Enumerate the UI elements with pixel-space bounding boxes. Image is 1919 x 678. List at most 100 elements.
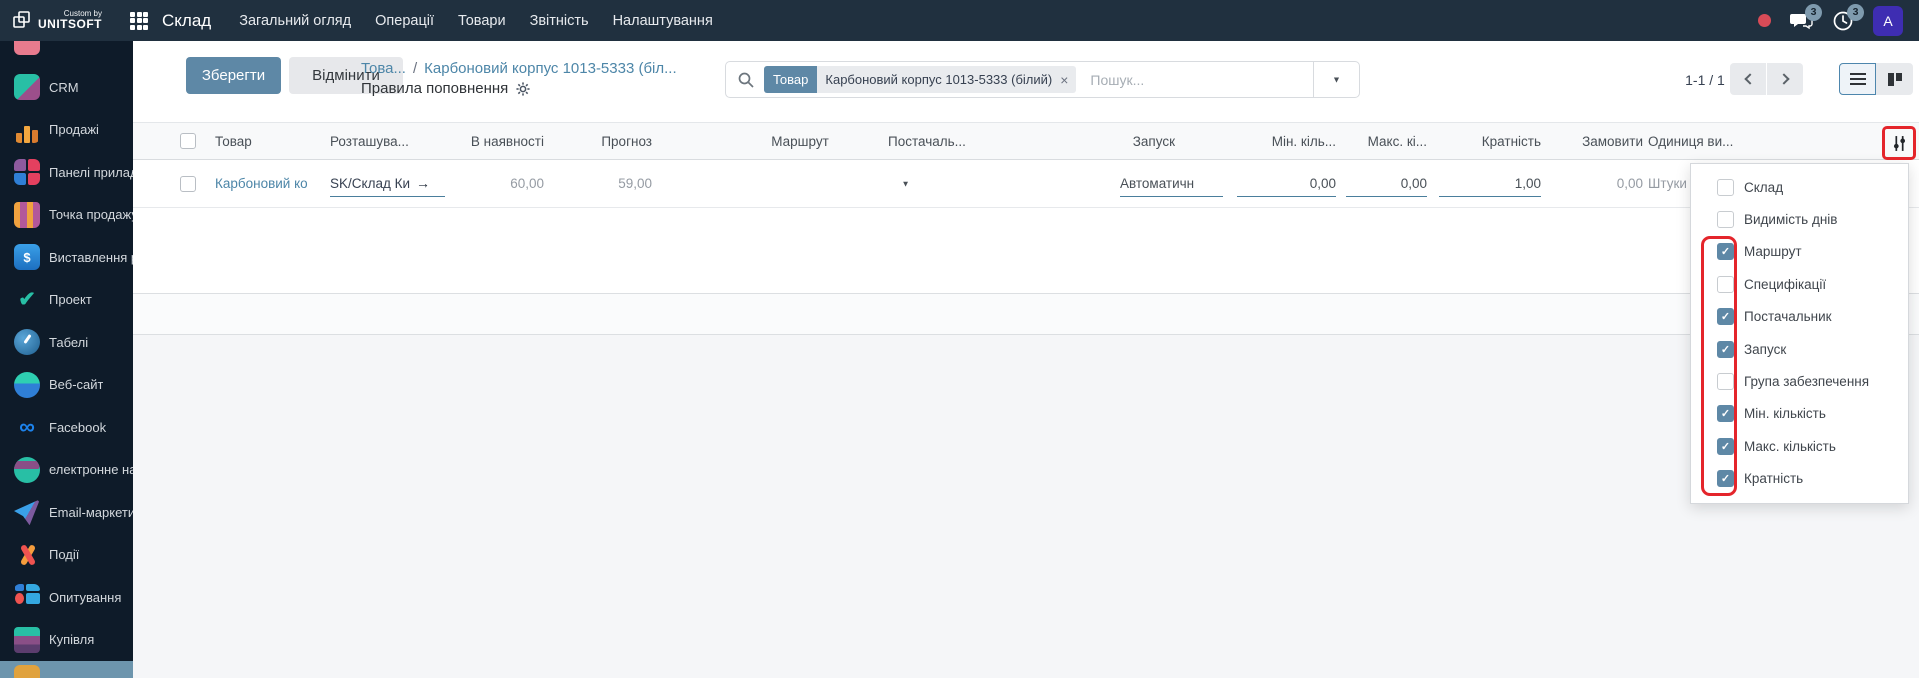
pager-previous-button[interactable]: [1730, 63, 1766, 95]
breadcrumb-separator: /: [412, 60, 418, 77]
menu-products[interactable]: Товари: [458, 13, 506, 29]
search-bar[interactable]: Товар Карбоновий корпус 1013-5333 (білий…: [725, 61, 1360, 98]
save-button[interactable]: Зберегти: [186, 57, 281, 94]
kanban-view-button[interactable]: [1876, 63, 1913, 95]
elearning-icon: [14, 456, 40, 483]
breadcrumb: Това... / Карбоновий корпус 1013-5333 (біл…: [361, 60, 677, 97]
column-header-location[interactable]: Розташува...: [328, 123, 445, 159]
on-hand-value: 60,00: [510, 176, 544, 191]
activities-button[interactable]: 3: [1831, 3, 1864, 33]
view-title: Правила поповнення: [361, 80, 509, 97]
messages-badge: 3: [1805, 3, 1822, 21]
sidebar-item-invoicing[interactable]: $Виставлення ра: [0, 236, 133, 279]
website-icon: [14, 371, 40, 398]
column-header-on-hand[interactable]: В наявності: [445, 123, 544, 159]
table-row[interactable]: Карбоновий ко SK/Склад Ки → 60,00 59,00 ▼…: [133, 160, 1919, 208]
facebook-icon: ∞: [19, 414, 35, 440]
menu-operations[interactable]: Операції: [375, 13, 434, 29]
unitsoft-logo: Custom by UNITSOFT: [0, 9, 114, 31]
dropdown-item-route[interactable]: Маршрут: [1691, 236, 1908, 268]
menu-overview[interactable]: Загальний огляд: [239, 13, 351, 29]
checkbox-trigger[interactable]: [1717, 340, 1734, 358]
checkbox-supplier[interactable]: [1717, 308, 1734, 326]
sidebar-item-elearning[interactable]: електронне на: [0, 449, 133, 492]
annotation-box-toggle: [1882, 126, 1916, 160]
dropdown-item-visibility-days[interactable]: Видимість днів: [1691, 203, 1908, 235]
checkbox-procurement-group[interactable]: [1717, 373, 1734, 391]
column-header-product[interactable]: Товар: [208, 123, 328, 159]
product-link[interactable]: Карбоновий ко: [215, 176, 308, 191]
column-header-forecast[interactable]: Прогноз: [544, 123, 652, 159]
events-icon: [14, 542, 40, 568]
sidebar-item-email-marketing[interactable]: Email-маркетинг: [0, 491, 133, 534]
checkbox-multiple-qty[interactable]: [1717, 470, 1734, 488]
dropdown-item-trigger[interactable]: Запуск: [1691, 333, 1908, 365]
sidebar-item-sales[interactable]: Продажі: [0, 109, 133, 152]
sidebar-item-dashboards[interactable]: Панелі приладів: [0, 151, 133, 194]
sidebar-item-pos[interactable]: Точка продажу: [0, 194, 133, 237]
dropdown-item-min-qty[interactable]: Мін. кількість: [1691, 398, 1908, 430]
breadcrumb-parent[interactable]: Това...: [361, 60, 406, 77]
multiple-qty-field[interactable]: 1,00: [1439, 170, 1541, 197]
messages-button[interactable]: 3: [1789, 3, 1822, 33]
sidebar-item-timesheets[interactable]: Табелі: [0, 321, 133, 364]
search-options-toggle[interactable]: ▼: [1313, 62, 1359, 97]
sidebar-item-active-partial[interactable]: [0, 661, 133, 678]
forecast-value: 59,00: [618, 176, 652, 191]
dropdown-item-procurement-group[interactable]: Група забезпечення: [1691, 365, 1908, 397]
location-field[interactable]: SK/Склад Ки →: [330, 170, 445, 197]
column-header-max-qty[interactable]: Макс. кі...: [1336, 123, 1427, 159]
breadcrumb-current[interactable]: Карбоновий корпус 1013-5333 (біл...: [424, 60, 677, 77]
checkbox-route[interactable]: [1717, 243, 1734, 261]
table-header-row: Товар Розташува... В наявності Прогноз М…: [133, 122, 1919, 160]
column-header-route[interactable]: Маршрут: [652, 123, 888, 159]
optional-columns-toggle-icon[interactable]: [1891, 135, 1908, 152]
select-all-checkbox[interactable]: [180, 133, 196, 149]
checkbox-max-qty[interactable]: [1717, 437, 1734, 455]
sidebar-item-crm[interactable]: CRM: [0, 66, 133, 109]
sidebar-item-surveys[interactable]: Опитування: [0, 576, 133, 619]
sidebar-item-events[interactable]: Події: [0, 534, 133, 577]
dropdown-item-warehouse[interactable]: Склад: [1691, 171, 1908, 203]
sidebar-item-purchase[interactable]: Купівля: [0, 619, 133, 662]
trigger-field[interactable]: Автоматичн: [1120, 170, 1223, 197]
pager-next-button[interactable]: [1767, 63, 1803, 95]
supplier-dropdown-caret-icon[interactable]: ▼: [888, 179, 1001, 188]
dropdown-item-multiple-qty[interactable]: Кратність: [1691, 463, 1908, 495]
action-gear-icon[interactable]: [516, 81, 530, 96]
chevron-right-icon: [1777, 73, 1790, 85]
dropdown-item-supplier[interactable]: Постачальник: [1691, 301, 1908, 333]
menu-settings[interactable]: Налаштування: [613, 13, 713, 29]
checkbox-warehouse[interactable]: [1717, 178, 1734, 196]
column-header-uom[interactable]: Одиниця ви...: [1643, 123, 1778, 159]
dropdown-item-bom[interactable]: Специфікації: [1691, 268, 1908, 300]
apps-grid-icon[interactable]: [130, 11, 148, 30]
activities-badge: 3: [1847, 3, 1864, 21]
facet-remove-icon[interactable]: ×: [1060, 72, 1068, 88]
dropdown-item-max-qty[interactable]: Макс. кількість: [1691, 430, 1908, 462]
checkbox-bom[interactable]: [1717, 275, 1734, 293]
min-qty-field[interactable]: 0,00: [1237, 170, 1336, 197]
sidebar-item-project[interactable]: ✔ Проект: [0, 279, 133, 322]
point-of-sale-icon: [14, 201, 40, 228]
max-qty-field[interactable]: 0,00: [1346, 170, 1427, 197]
checkbox-visibility-days[interactable]: [1717, 211, 1734, 229]
partial-app-icon[interactable]: [14, 41, 40, 55]
current-app-name[interactable]: Склад: [162, 11, 211, 31]
surveys-icon: [14, 584, 40, 610]
sidebar-item-website[interactable]: Веб-сайт: [0, 364, 133, 407]
user-avatar[interactable]: A: [1873, 5, 1903, 36]
checkbox-min-qty[interactable]: [1717, 405, 1734, 423]
column-header-multiple[interactable]: Кратність: [1427, 123, 1541, 159]
sidebar-item-facebook[interactable]: ∞ Facebook: [0, 406, 133, 449]
list-view-button[interactable]: [1839, 63, 1876, 95]
internal-link-arrow-icon[interactable]: →: [416, 175, 430, 191]
row-checkbox[interactable]: [180, 175, 196, 192]
search-input[interactable]: Пошук...: [1090, 72, 1313, 88]
column-header-min-qty[interactable]: Мін. кіль...: [1223, 123, 1336, 159]
column-header-trigger[interactable]: Запуск: [1038, 123, 1223, 159]
menu-reporting[interactable]: Звітність: [530, 13, 589, 29]
route-cell[interactable]: [652, 160, 888, 207]
column-header-to-order[interactable]: Замовити: [1541, 123, 1643, 159]
column-header-supplier[interactable]: Постачаль...: [888, 123, 1038, 159]
